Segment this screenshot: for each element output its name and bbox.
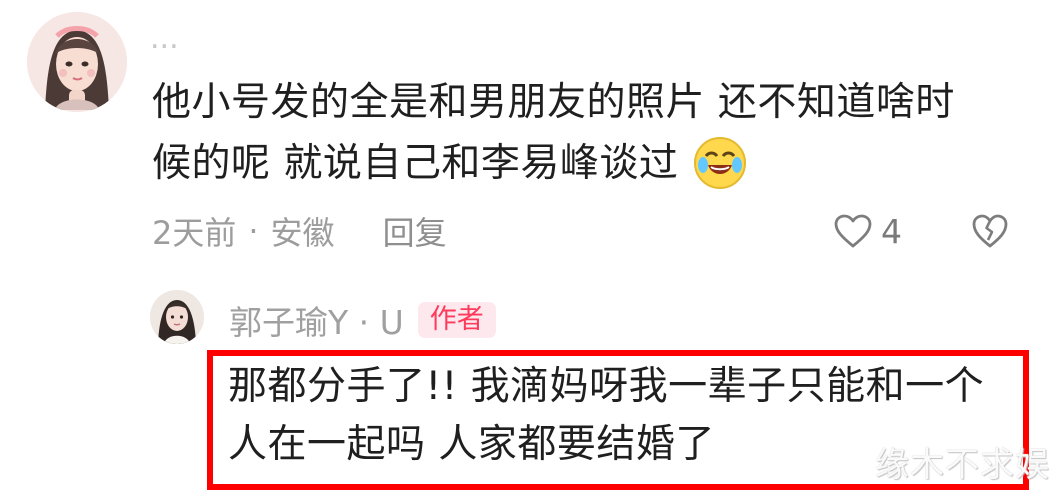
- comment-meta: 2天前 · 安徽 回复: [152, 208, 447, 254]
- avatar-portrait: [27, 12, 127, 112]
- avatar-portrait: [150, 290, 204, 344]
- commenter-avatar[interactable]: [27, 12, 127, 112]
- commenter-username[interactable]: ...: [150, 18, 179, 60]
- author-badge: 作者: [417, 302, 496, 338]
- author-avatar[interactable]: [150, 290, 204, 344]
- comment-text: 他小号发的全是和男朋友的照片 还不知道啥时 候的呢 就说自己和李易峰谈过: [152, 72, 1012, 194]
- reply-button[interactable]: 回复: [383, 208, 447, 254]
- meta-separator: ·: [248, 212, 259, 250]
- dislike-button[interactable]: [970, 211, 1010, 251]
- watermark-text: 缘木不求娱: [875, 445, 1050, 485]
- comment-time: 2天前: [152, 214, 237, 252]
- reply-line: 那都分手了!! 我滴妈呀我一辈子只能和一个: [228, 364, 985, 409]
- like-button[interactable]: 4: [833, 207, 902, 255]
- comment-line: 候的呢 就说自己和李易峰谈过: [152, 133, 1012, 194]
- heart-outline-icon: [833, 213, 873, 249]
- comment-location: 安徽: [270, 214, 335, 252]
- broken-heart-icon: [970, 211, 1010, 251]
- comment-line: 他小号发的全是和男朋友的照片 还不知道啥时: [152, 80, 955, 125]
- comment-line-text: 候的呢 就说自己和李易峰谈过: [152, 141, 679, 186]
- crying-laughing-emoji: [693, 136, 747, 190]
- like-count: 4: [881, 211, 902, 251]
- reply-author-row: 郭子瑜Y · U 作者: [229, 298, 496, 342]
- reply-author-name[interactable]: 郭子瑜Y · U: [229, 296, 404, 344]
